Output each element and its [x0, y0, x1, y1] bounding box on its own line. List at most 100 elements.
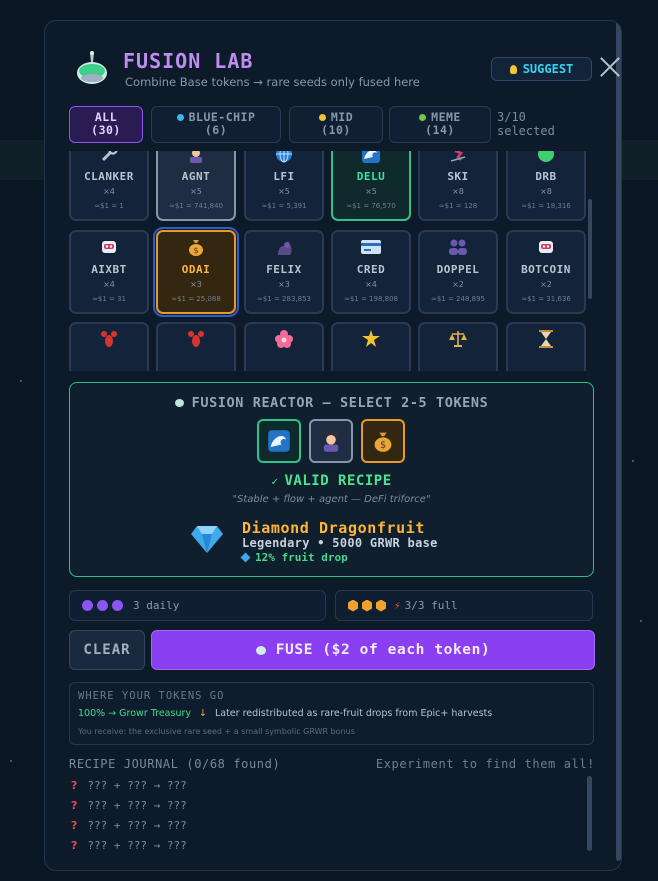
- journal-title: RECIPE JOURNAL (0/68 found): [69, 757, 281, 771]
- filter-blue-chip[interactable]: BLUE-CHIP (6): [151, 106, 281, 143]
- filter-blue-chip-label: BLUE-CHIP: [188, 110, 256, 124]
- token-tile-odai[interactable]: $ ODAI ×3 ≈$1 = 25,088: [153, 227, 239, 317]
- token-price: ≈$1 = 248,895: [430, 295, 486, 303]
- token-grid: CLANKER ×4 ≈$1 = 1 AGNT ×5 ≈$1 = 741,840…: [69, 151, 594, 371]
- filter-mid-count: (10): [321, 123, 351, 137]
- question-icon: ?: [71, 779, 78, 792]
- token-price: ≈$1 = 76,570: [346, 202, 396, 210]
- token-tile-lfi[interactable]: LFI ×5 ≈$1 = 5,391: [244, 151, 324, 221]
- token-price: ≈$1 = 283,853: [256, 295, 312, 303]
- question-icon: ?: [71, 839, 78, 852]
- wave-icon: [333, 151, 409, 165]
- token-name: AGNT: [181, 170, 211, 183]
- skier-icon: [420, 151, 496, 165]
- token-price: ≈$1 = 198,808: [343, 295, 399, 303]
- result-name: Diamond Dragonfruit: [242, 519, 425, 537]
- clear-button[interactable]: CLEAR: [69, 630, 145, 670]
- token-tile-scales[interactable]: [418, 322, 498, 371]
- token-tile-aixbt[interactable]: AIXBT ×4 ≈$1 = 31: [69, 230, 149, 314]
- agent-icon: [158, 151, 234, 165]
- token-tile-cred[interactable]: CRED ×4 ≈$1 = 198,808: [331, 230, 411, 314]
- daily-label: 3 daily: [133, 599, 180, 612]
- token-tile-flower[interactable]: [244, 322, 324, 371]
- modal-scrollbar[interactable]: [616, 21, 621, 861]
- token-tile-felix[interactable]: FELIX ×3 ≈$1 = 283,853: [244, 230, 324, 314]
- result-drop-text: 12% fruit drop: [255, 551, 348, 564]
- slot-agnt[interactable]: [309, 419, 353, 463]
- token-tile-botcoin[interactable]: BOTCOIN ×2 ≈$1 = 31,636: [506, 230, 586, 314]
- token-tile-delu[interactable]: DELU ×5 ≈$1 = 76,570: [331, 151, 411, 221]
- token-tile-lobster[interactable]: [69, 322, 149, 371]
- daily-pip-icon: [112, 600, 123, 611]
- token-name: CLANKER: [84, 170, 134, 183]
- fuse-button[interactable]: FUSE ($2 of each token): [151, 630, 595, 670]
- lobster-icon: [71, 328, 147, 350]
- token-name: LFI: [273, 170, 295, 183]
- token-qty: ×4: [103, 280, 115, 289]
- recipe-description: "Stable + flow + agent — DeFi triforce": [232, 494, 431, 505]
- journal-scrollbar[interactable]: [587, 776, 592, 851]
- filter-mid[interactable]: MID (10): [289, 106, 383, 143]
- filter-meme-label: MEME: [431, 110, 461, 124]
- flask-icon: [174, 399, 184, 407]
- people-icon: [420, 236, 496, 258]
- diamond-icon: [191, 526, 223, 553]
- token-tile-sun[interactable]: [331, 322, 411, 371]
- hourglass-icon: [508, 328, 584, 350]
- token-tile-ski[interactable]: SKI ×8 ≈$1 = 128: [418, 151, 498, 221]
- token-qty: ×3: [190, 280, 202, 289]
- filter-meme[interactable]: MEME (14): [389, 106, 491, 143]
- token-qty: ×4: [103, 187, 115, 196]
- reactor-title-text: FUSION REACTOR — SELECT 2-5 TOKENS: [191, 395, 489, 411]
- slot-delu[interactable]: [257, 419, 301, 463]
- token-price: ≈$1 = 31: [92, 295, 126, 303]
- filter-all-count: (30): [91, 123, 121, 137]
- svg-text:$: $: [380, 440, 386, 451]
- arrow-down-icon: ↓: [199, 708, 207, 719]
- filter-meme-count: (14): [425, 123, 455, 137]
- token-name: DOPPEL: [436, 263, 480, 276]
- daily-fusions: 3 daily: [69, 590, 326, 621]
- close-button[interactable]: [599, 56, 621, 78]
- journal-row-text: ??? + ??? → ???: [87, 839, 187, 852]
- recipe-journal-header: RECIPE JOURNAL (0/68 found) Experiment t…: [69, 757, 595, 771]
- fusion-flask-icon: [77, 51, 107, 84]
- token-qty: ×5: [365, 187, 377, 196]
- star-icon: [318, 114, 326, 121]
- money-bag-icon: $: [374, 432, 392, 452]
- filter-all[interactable]: ALL (30): [69, 106, 143, 143]
- page-title: FUSION LAB: [123, 49, 254, 73]
- diamond-icon: [176, 114, 184, 121]
- token-price: ≈$1 = 31,636: [521, 295, 571, 303]
- lightning-icon: ⚡: [394, 599, 401, 612]
- journal-hint: Experiment to find them all!: [375, 757, 595, 771]
- money-bag-icon: $: [158, 236, 234, 258]
- question-icon: ?: [71, 819, 78, 832]
- filter-mid-label: MID: [330, 110, 354, 124]
- slot-odai[interactable]: $: [361, 419, 405, 463]
- token-tile-doppel[interactable]: DOPPEL ×2 ≈$1 = 248,895: [418, 230, 498, 314]
- grid-scrollbar[interactable]: [588, 199, 592, 299]
- daily-pip-icon: [97, 600, 108, 611]
- token-tile-hourglass[interactable]: [506, 322, 586, 371]
- flask-icon: [255, 645, 266, 655]
- token-tile-clanker[interactable]: CLANKER ×4 ≈$1 = 1: [69, 151, 149, 221]
- token-qty: ×8: [452, 187, 464, 196]
- token-qty: ×2: [540, 280, 552, 289]
- token-qty: ×4: [365, 280, 377, 289]
- token-qty: ×8: [540, 187, 552, 196]
- journal-row-text: ??? + ??? → ???: [87, 779, 187, 792]
- green-orb-icon: [508, 151, 584, 165]
- token-tile-lobster-2[interactable]: [156, 322, 236, 371]
- token-name: CRED: [356, 263, 386, 276]
- suggest-button[interactable]: SUGGEST: [491, 57, 592, 81]
- token-tile-agnt[interactable]: AGNT ×5 ≈$1 = 741,840: [156, 151, 236, 221]
- journal-row: ? ??? + ??? → ???: [71, 799, 187, 812]
- wrench-icon: [71, 151, 147, 165]
- token-tile-drb[interactable]: DRB ×8 ≈$1 = 18,316: [506, 151, 586, 221]
- reactor-title: FUSION REACTOR — SELECT 2-5 TOKENS: [70, 395, 593, 411]
- recipe-status: ✓ VALID RECIPE: [70, 473, 593, 489]
- token-destination-info: WHERE YOUR TOKENS GO 100% → Growr Treasu…: [69, 682, 594, 745]
- selected-count-label: selected: [497, 124, 555, 138]
- journal-row: ? ??? + ??? → ???: [71, 819, 187, 832]
